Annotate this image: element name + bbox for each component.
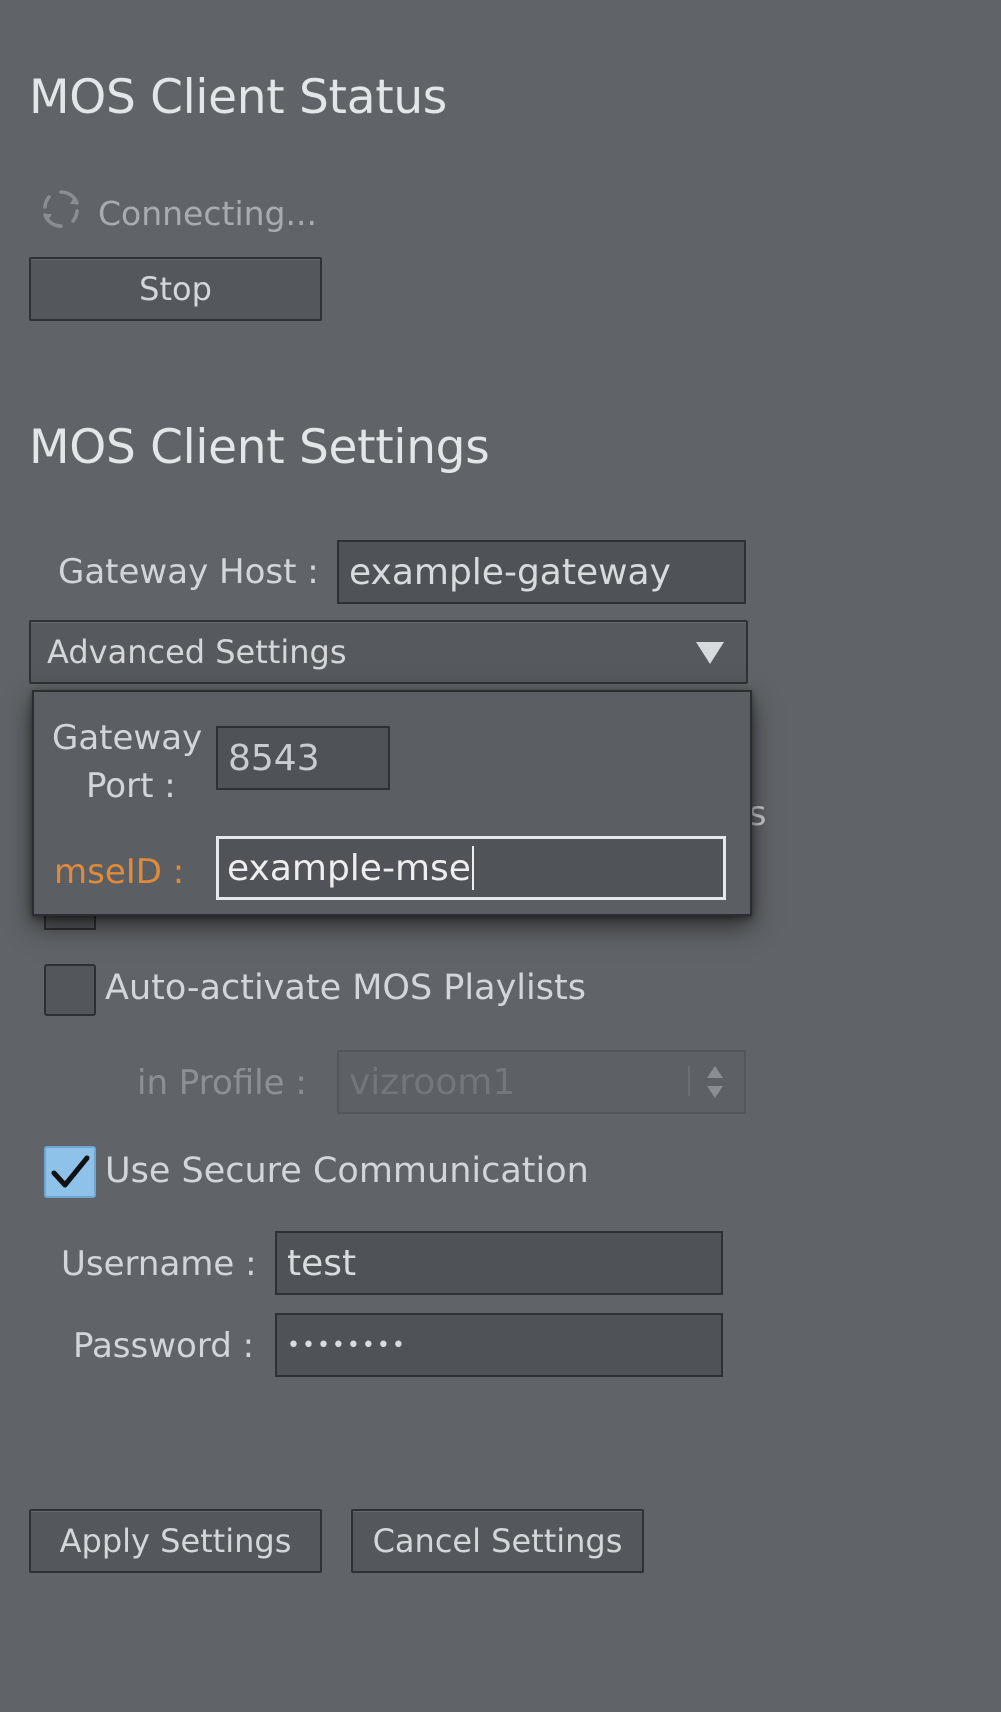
gateway-port-input[interactable]: 8543 — [216, 726, 390, 790]
profile-select[interactable]: vizroom1 — [337, 1050, 746, 1114]
status-title: MOS Client Status — [29, 70, 447, 125]
checkmark-icon — [51, 1155, 90, 1188]
gateway-host-label: Gateway Host : — [58, 552, 319, 592]
advanced-settings-label: Advanced Settings — [47, 633, 347, 671]
username-input[interactable]: test — [275, 1231, 723, 1295]
refresh-icon — [38, 186, 84, 232]
stop-button[interactable]: Stop — [29, 257, 322, 321]
password-label: Password : — [73, 1326, 255, 1366]
mse-id-value: example-mse — [227, 847, 471, 889]
apply-settings-button[interactable]: Apply Settings — [29, 1509, 322, 1573]
updown-arrows-icon[interactable] — [704, 1062, 726, 1102]
gateway-port-label-line2: Port : — [86, 766, 176, 806]
triangle-down-icon[interactable] — [694, 640, 726, 666]
gateway-host-input[interactable]: example-gateway — [337, 540, 746, 604]
profile-label: in Profile : — [137, 1063, 307, 1103]
gateway-port-label: Gateway Port : — [52, 714, 202, 810]
gateway-port-label-line1: Gateway — [52, 718, 203, 758]
secure-communication-label: Use Secure Communication — [105, 1151, 589, 1191]
username-label: Username : — [61, 1244, 257, 1284]
advanced-settings-popup: Gateway Port : 8543 mseID : example-mse — [32, 690, 752, 916]
auto-activate-label: Auto-activate MOS Playlists — [105, 968, 586, 1008]
settings-title: MOS Client Settings — [29, 420, 490, 475]
auto-activate-checkbox[interactable] — [44, 964, 96, 1016]
profile-select-value: vizroom1 — [349, 1061, 516, 1103]
mse-id-input[interactable]: example-mse — [216, 836, 726, 900]
secure-communication-checkbox[interactable] — [44, 1146, 96, 1198]
connection-status-text: Connecting... — [98, 194, 317, 233]
profile-select-divider — [688, 1066, 690, 1096]
advanced-settings-toggle[interactable]: Advanced Settings — [29, 620, 748, 684]
password-input[interactable]: •••••••• — [275, 1313, 723, 1377]
text-cursor — [471, 846, 474, 890]
mse-id-label: mseID : — [54, 852, 185, 892]
cancel-settings-button[interactable]: Cancel Settings — [351, 1509, 644, 1573]
